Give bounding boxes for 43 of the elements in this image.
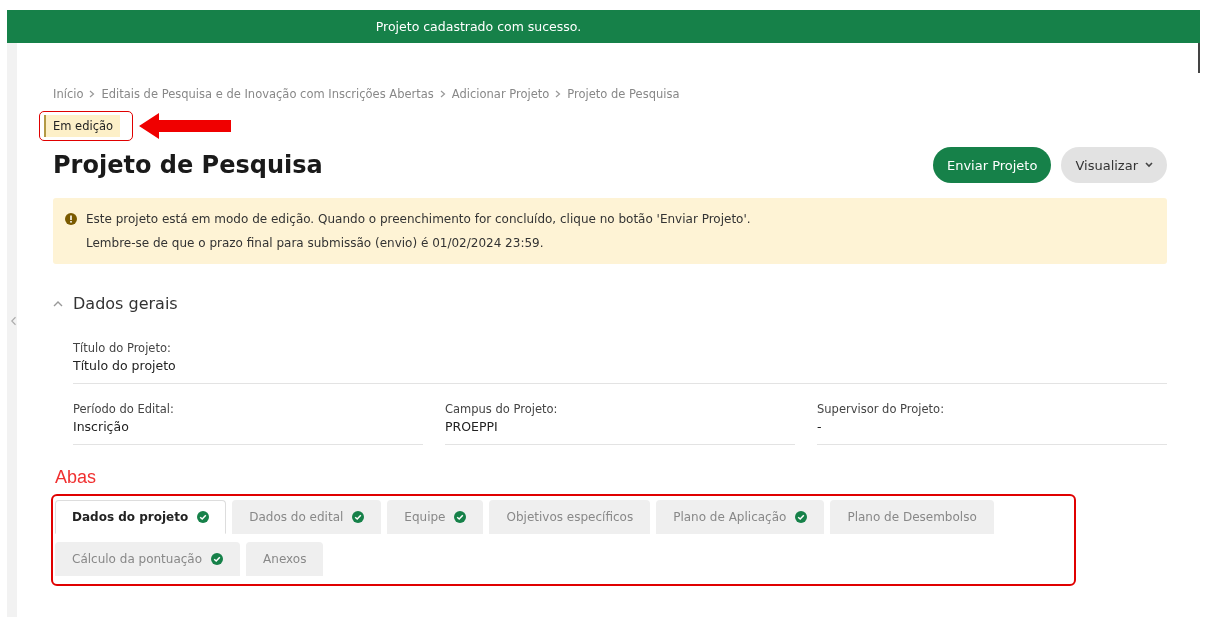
arrow-icon: [139, 113, 232, 139]
status-badge: Em edição: [44, 115, 121, 137]
tab[interactable]: Objetivos específicos: [489, 500, 651, 534]
tab[interactable]: Anexos: [246, 542, 324, 576]
tab[interactable]: Dados do projeto: [55, 500, 227, 534]
field-value: PROEPPI: [445, 419, 499, 434]
submit-button[interactable]: Enviar Projeto: [932, 147, 1052, 183]
field-value: Título do projeto: [73, 358, 177, 373]
breadcrumb-link[interactable]: Início: [53, 87, 84, 101]
scrollbar[interactable]: [1198, 43, 1200, 73]
tab[interactable]: Plano de Desembolso: [830, 500, 994, 534]
breadcrumb-link[interactable]: Adicionar Projeto: [451, 87, 550, 101]
field-label: Campus do Projeto:: [445, 402, 559, 416]
breadcrumb-link[interactable]: Editais de Pesquisa e de Inovação com Inscrições Abertas: [101, 87, 434, 101]
chevron-up-icon[interactable]: [53, 300, 63, 307]
check-circle-icon: [454, 511, 467, 523]
success-message: Projeto cadastrado com sucesso.: [375, 19, 582, 34]
breadcrumb-link[interactable]: Projeto de Pesquisa: [567, 87, 680, 101]
field-value: Inscrição: [73, 419, 130, 434]
check-circle-icon: [211, 553, 224, 565]
caret-icon: [1145, 162, 1153, 168]
chevron-right-icon: [439, 90, 446, 98]
annotation-label: Abas: [55, 467, 98, 488]
page-title: Projeto de Pesquisa: [53, 151, 323, 179]
check-circle-icon: [795, 511, 808, 523]
chevron-right-icon: [89, 90, 96, 98]
field-label: Supervisor do Projeto:: [817, 402, 946, 416]
field-label: Título do Projeto:: [73, 341, 172, 355]
field-label: Período do Edital:: [73, 402, 175, 416]
tab[interactable]: Dados do edital: [232, 500, 382, 534]
view-dropdown-button[interactable]: Visualizar: [1061, 147, 1167, 183]
section-title: Dados gerais: [73, 294, 178, 313]
check-circle-icon: [197, 511, 210, 523]
tab[interactable]: Cálculo da pontuação: [55, 542, 241, 576]
chevron-left-icon[interactable]: [11, 315, 17, 327]
chevron-right-icon: [555, 90, 562, 98]
tab[interactable]: Plano de Aplicação: [656, 500, 825, 534]
tab[interactable]: Equipe: [387, 500, 484, 534]
check-circle-icon: [352, 511, 365, 523]
field-value: -: [817, 419, 823, 434]
alert-text: Lembre-se de que o prazo final para submissão (envio) é 01/02/2024 23:59.: [86, 235, 545, 252]
alert-text: Este projeto está em modo de edição. Quando o preenchimento for concluído, clique no botão 'Enviar Projeto'.: [86, 211, 751, 228]
warning-icon: [65, 213, 77, 225]
